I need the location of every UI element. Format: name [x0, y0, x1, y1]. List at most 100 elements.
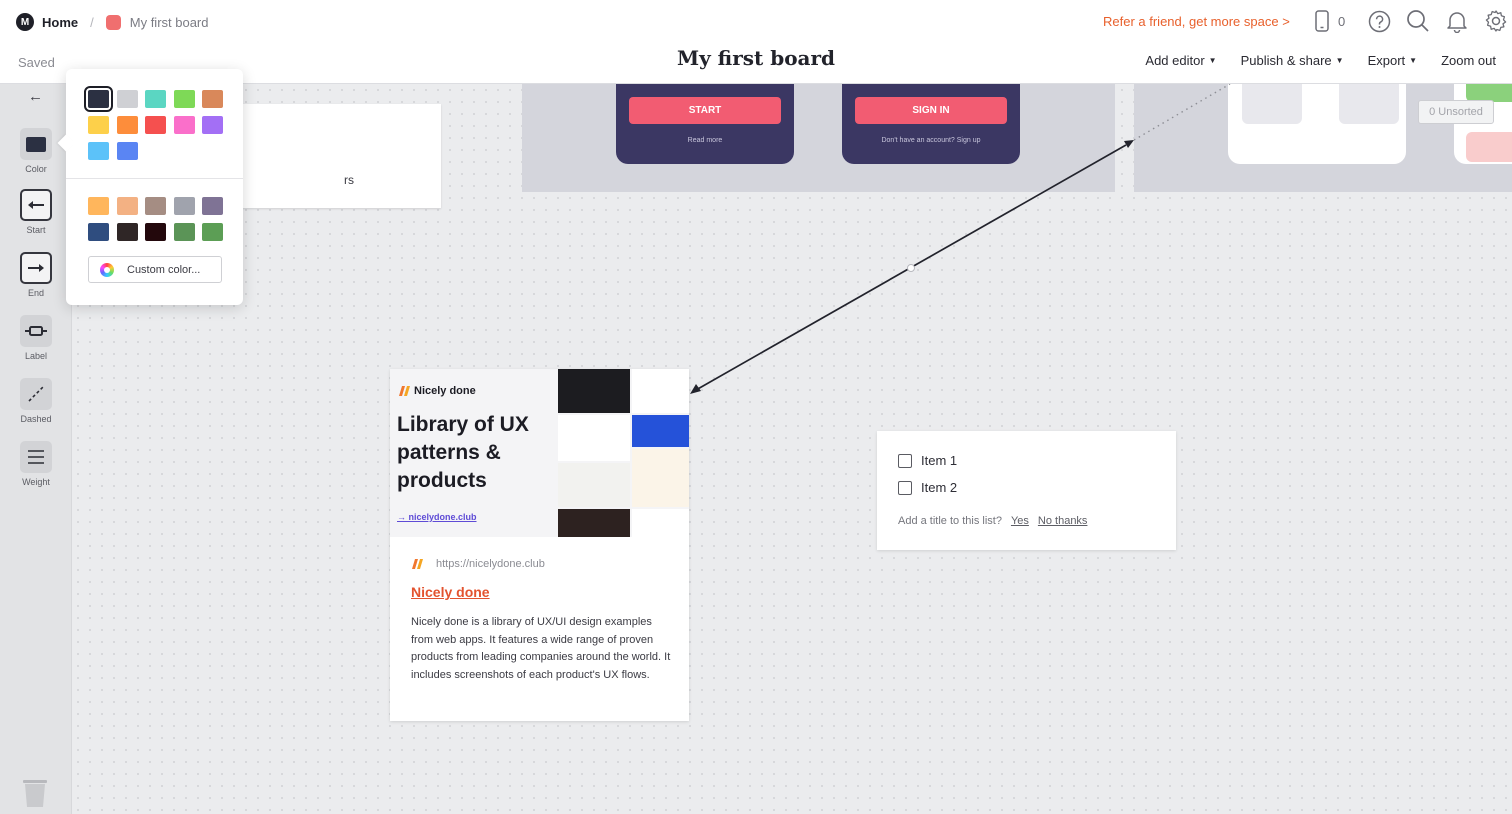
color-swatch[interactable]	[202, 223, 223, 241]
todo-item[interactable]: Item 1	[898, 453, 957, 468]
color-swatch[interactable]	[173, 223, 195, 241]
thumb	[632, 449, 689, 507]
color-swatch[interactable]	[84, 86, 113, 112]
preview-thumbnails	[558, 369, 689, 537]
color-swatch[interactable]	[88, 197, 109, 215]
color-swatch[interactable]	[173, 116, 195, 134]
top-menu: Add editor ▼ Publish & share ▼ Export ▼ Zoo…	[1121, 53, 1496, 68]
preview-link: → nicelydone.club	[397, 512, 477, 522]
todo-item[interactable]: Item 2	[898, 480, 957, 495]
chevron-down-icon: ▼	[1335, 56, 1344, 65]
todo-prompt-text: Add a title to this list?	[898, 515, 1002, 527]
top-icons: 0	[1310, 9, 1508, 33]
notifications-bell-icon[interactable]	[1445, 9, 1469, 33]
color-swatch-icon[interactable]	[20, 128, 52, 160]
tool-end-label: End	[27, 288, 44, 298]
tool-label[interactable]: Label	[0, 315, 72, 361]
image-mockup-1[interactable]: START Read more SIGN IN Don't have an ac…	[522, 84, 1115, 192]
tool-color-label: Color	[25, 164, 47, 174]
app-logo-icon[interactable]: M	[16, 13, 34, 31]
todo-item-label[interactable]: Item 2	[921, 480, 957, 495]
color-swatch[interactable]	[173, 197, 195, 215]
trash-icon[interactable]	[22, 780, 48, 808]
color-swatch[interactable]	[88, 116, 109, 134]
phone-screen-signin: SIGN IN Don't have an account? Sign up	[842, 84, 1020, 164]
line-label-icon[interactable]	[20, 315, 52, 347]
breadcrumb-home[interactable]: Home	[42, 15, 78, 30]
board-color-icon	[105, 14, 121, 30]
tool-label-label: Label	[24, 351, 48, 361]
phone-screen-start: START Read more	[616, 84, 794, 164]
peek-card[interactable]	[1454, 84, 1512, 164]
preview-headline: Library of UX patterns & products	[397, 413, 529, 492]
custom-color-button[interactable]: Custom color...	[88, 256, 222, 283]
color-swatch[interactable]	[173, 90, 195, 108]
color-swatch[interactable]	[116, 116, 138, 134]
todo-title-prompt: Add a title to this list? Yes No thanks	[898, 515, 1087, 527]
thumb	[558, 463, 630, 507]
tool-weight-label: Weight	[22, 477, 50, 487]
color-swatch[interactable]	[202, 116, 223, 134]
nicely-done-logo-icon	[399, 386, 410, 396]
back-arrow-icon[interactable]: ←	[28, 88, 43, 105]
mobile-app-icon[interactable]	[1310, 9, 1334, 33]
todo-item-label[interactable]: Item 1	[921, 453, 957, 468]
color-swatch[interactable]	[116, 142, 138, 160]
search-icon[interactable]	[1406, 9, 1430, 33]
thumb	[558, 369, 630, 413]
color-swatch[interactable]	[145, 90, 166, 108]
todo-checkbox[interactable]	[898, 453, 912, 468]
color-wheel-icon	[100, 262, 114, 277]
tool-start-label: Start	[26, 225, 46, 235]
export-menu[interactable]: Export ▼	[1368, 53, 1418, 68]
line-toolbar: ← Color Start End Label Dashed Weight	[0, 84, 72, 814]
end-arrow-icon[interactable]	[20, 252, 52, 284]
todo-checkbox[interactable]	[898, 480, 912, 495]
settings-gear-icon[interactable]	[1484, 9, 1508, 33]
tool-dashed[interactable]: Dashed	[0, 378, 72, 424]
add-editor-menu[interactable]: Add editor ▼	[1145, 53, 1216, 68]
dashed-line-icon[interactable]	[20, 378, 52, 410]
mock-block	[1242, 84, 1302, 124]
todo-no-thanks-link[interactable]: No thanks	[1038, 515, 1088, 527]
color-picker-popover: Custom color...	[57, 69, 243, 305]
color-swatch[interactable]	[202, 197, 223, 215]
preview-brand: Nicely done	[398, 385, 476, 397]
tool-end[interactable]: End	[0, 252, 72, 298]
tool-weight[interactable]: Weight	[0, 441, 72, 487]
tool-start[interactable]: Start	[0, 189, 72, 235]
thumb	[558, 509, 630, 537]
color-swatch[interactable]	[145, 197, 166, 215]
start-arrow-icon[interactable]	[20, 189, 52, 221]
thumb	[558, 415, 630, 461]
help-icon[interactable]	[1367, 9, 1391, 33]
color-swatch[interactable]	[116, 197, 138, 215]
zoom-out-button[interactable]: Zoom out	[1441, 53, 1496, 68]
color-swatch[interactable]	[145, 223, 166, 241]
link-description: Nicely done is a library of UX/UI design…	[411, 616, 671, 682]
color-swatch[interactable]	[145, 116, 166, 134]
board-canvas[interactable]: START Read more SIGN IN Don't have an ac…	[72, 84, 1512, 814]
refer-friend-link[interactable]: Refer a friend, get more space >	[1103, 14, 1290, 29]
link-title[interactable]: Nicely done	[411, 584, 490, 600]
todo-yes-link[interactable]: Yes	[1011, 515, 1029, 527]
color-swatch[interactable]	[116, 90, 138, 108]
color-swatch[interactable]	[202, 90, 223, 108]
link-url-row: https://nicelydone.club	[411, 558, 545, 570]
line-weight-icon[interactable]	[20, 441, 52, 473]
todo-card[interactable]: Item 1 Item 2 Add a title to this list? …	[877, 431, 1176, 550]
color-swatch[interactable]	[116, 223, 138, 241]
unsorted-counter[interactable]: 0 Unsorted	[1418, 100, 1494, 124]
mock-block	[1339, 84, 1399, 124]
color-swatch[interactable]	[88, 142, 109, 160]
peek-pink	[1466, 132, 1512, 162]
custom-color-label: Custom color...	[127, 263, 201, 276]
publish-share-menu[interactable]: Publish & share ▼	[1241, 53, 1344, 68]
breadcrumb-board[interactable]: My first board	[130, 15, 209, 30]
link-card[interactable]: Nicely done Library of UX patterns & pro…	[390, 369, 689, 721]
mock-signin-sub: Don't have an account? Sign up	[881, 137, 981, 144]
connector-midpoint-handle[interactable]	[907, 264, 915, 272]
color-swatch[interactable]	[88, 223, 109, 241]
breadcrumb-separator: /	[90, 14, 94, 30]
tool-color[interactable]: Color	[0, 128, 72, 174]
